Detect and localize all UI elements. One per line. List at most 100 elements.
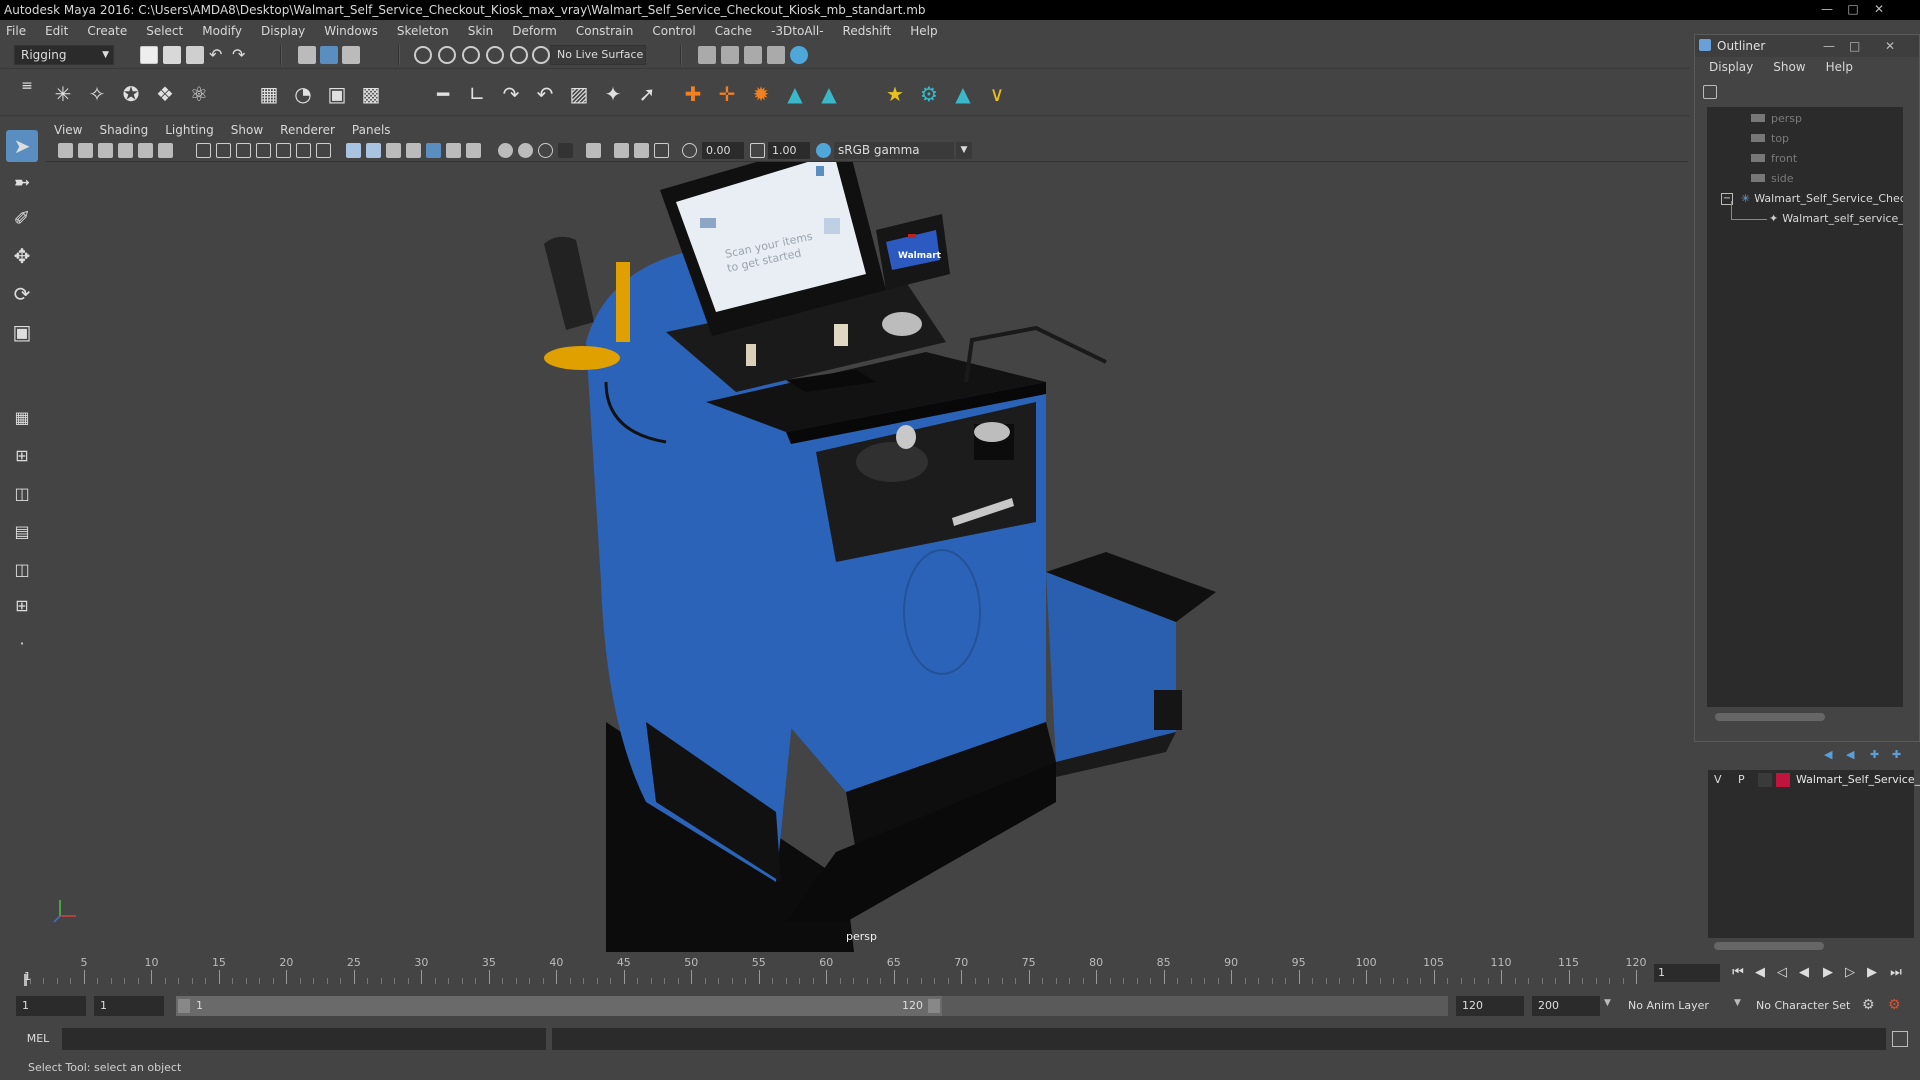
playback-start-field[interactable]: 1 <box>94 996 164 1016</box>
animation-preferences-icon[interactable]: ⚙ <box>1888 997 1906 1015</box>
layer-horizontal-scrollbar[interactable] <box>1708 940 1914 952</box>
layer-type-toggle[interactable] <box>1758 773 1772 787</box>
current-frame-field[interactable]: 1 <box>1654 964 1720 982</box>
menu-display[interactable]: Display <box>261 24 305 38</box>
close-icon[interactable]: ✕ <box>1885 35 1895 57</box>
new-scene-icon[interactable] <box>140 46 158 64</box>
cluster-icon[interactable]: ▩ <box>358 81 384 107</box>
select-by-hierarchy-icon[interactable] <box>298 46 316 64</box>
menu-set-selector[interactable]: Rigging ▼ <box>14 45 114 65</box>
panel-menu-lighting[interactable]: Lighting <box>165 123 214 137</box>
shadows-icon[interactable] <box>446 143 461 158</box>
animation-start-field[interactable]: 1 <box>16 996 86 1016</box>
range-slider-track[interactable]: 1 120 <box>176 996 1448 1016</box>
exposure-field[interactable]: 0.00 <box>702 142 744 159</box>
outliner-vertical-scrollbar[interactable] <box>1903 107 1915 707</box>
create-curve-icon[interactable]: ✹ <box>748 81 774 107</box>
render-view-icon[interactable] <box>698 46 716 64</box>
command-input[interactable] <box>62 1028 546 1050</box>
render-settings-icon[interactable] <box>767 46 785 64</box>
outliner-item-group[interactable]: − ✳ Walmart_Self_Service_Chec <box>1721 189 1903 209</box>
range-start-grip[interactable] <box>178 999 190 1013</box>
playback-end-field[interactable]: 120 <box>1456 996 1524 1016</box>
move-layer-up-icon[interactable]: ◀ <box>1824 748 1838 762</box>
scrollbar-thumb[interactable] <box>1714 942 1824 950</box>
go-to-end-icon[interactable]: ⏭ <box>1886 964 1906 982</box>
toolbox-more-icon[interactable]: · <box>6 628 38 660</box>
gamma-field[interactable]: 1.00 <box>768 142 810 159</box>
layer-name[interactable]: Walmart_Self_Service_ <box>1796 773 1920 786</box>
play-backward-icon[interactable]: ◀ <box>1794 964 1814 982</box>
color-space-dropdown[interactable]: sRGB gamma <box>834 142 954 159</box>
quick-rig-icon[interactable]: ★ <box>882 81 908 107</box>
frame-all-icon[interactable] <box>654 143 669 158</box>
snap-to-curve-icon[interactable] <box>438 46 456 64</box>
panel-menu-renderer[interactable]: Renderer <box>280 123 335 137</box>
menu-help[interactable]: Help <box>910 24 937 38</box>
move-tool-icon[interactable]: ✥ <box>6 240 38 272</box>
script-editor-icon[interactable] <box>1892 1031 1908 1047</box>
anti-aliasing-icon[interactable] <box>518 143 533 158</box>
undo-icon[interactable]: ↶ <box>209 46 227 64</box>
film-gate-icon[interactable] <box>216 143 231 158</box>
chevron-down-icon[interactable]: ▼ <box>1734 998 1741 1008</box>
isolate-select-icon[interactable] <box>586 143 601 158</box>
x-ray-icon[interactable] <box>558 143 573 158</box>
joint-tool-icon[interactable]: ✳ <box>50 81 76 107</box>
range-end-grip[interactable] <box>928 999 940 1013</box>
panel-menu-show[interactable]: Show <box>231 123 263 137</box>
outliner-horizontal-scrollbar[interactable] <box>1707 711 1903 723</box>
xray-joints-icon[interactable] <box>614 143 629 158</box>
step-back-key-icon[interactable]: ◀ <box>1750 964 1770 982</box>
safe-title-icon[interactable] <box>316 143 331 158</box>
menu-cache[interactable]: Cache <box>715 24 752 38</box>
snap-to-view-plane-icon[interactable] <box>486 46 504 64</box>
live-surface-field[interactable]: No Live Surface <box>550 45 646 65</box>
outliner-menu-display[interactable]: Display <box>1709 60 1753 74</box>
menu-redshift[interactable]: Redshift <box>843 24 892 38</box>
maximize-icon[interactable]: □ <box>1840 0 1866 18</box>
go-to-start-icon[interactable]: ⏮ <box>1728 964 1748 982</box>
close-icon[interactable]: ✕ <box>1866 0 1892 18</box>
maximize-icon[interactable]: □ <box>1849 35 1860 57</box>
insert-joint-icon[interactable]: ❖ <box>152 81 178 107</box>
scrollbar-thumb[interactable] <box>1715 713 1825 721</box>
chevron-down-icon[interactable]: ▼ <box>956 142 972 159</box>
layer-visibility-toggle[interactable]: V <box>1714 773 1722 786</box>
move-layer-down-icon[interactable]: ◀ <box>1846 748 1860 762</box>
grid-icon[interactable] <box>196 143 211 158</box>
new-layer-selected-icon[interactable]: ✚ <box>1892 748 1906 762</box>
hypershade-layout-icon[interactable]: ⊞ <box>6 590 38 622</box>
panel-menu-shading[interactable]: Shading <box>99 123 148 137</box>
snap-together-icon[interactable] <box>532 46 550 64</box>
safe-action-icon[interactable] <box>296 143 311 158</box>
gate-mask-icon[interactable] <box>256 143 271 158</box>
aim-constraint-icon[interactable]: ↷ <box>498 81 524 107</box>
side-by-side-layout-icon[interactable]: ◫ <box>6 478 38 510</box>
step-back-frame-icon[interactable]: ◁ <box>1772 964 1792 982</box>
chevron-down-icon[interactable]: ▼ <box>1604 998 1611 1008</box>
locator-icon[interactable]: ━ <box>430 81 456 107</box>
menu-deform[interactable]: Deform <box>512 24 557 38</box>
menu-control[interactable]: Control <box>652 24 695 38</box>
step-forward-key-icon[interactable]: ▶ <box>1862 964 1882 982</box>
menu-3dtoall[interactable]: -3DtoAll- <box>771 24 823 38</box>
mirror-joint-icon[interactable]: ⚛ <box>186 81 212 107</box>
step-forward-frame-icon[interactable]: ▷ <box>1840 964 1860 982</box>
redo-icon[interactable]: ↷ <box>232 46 250 64</box>
camera-attributes-icon[interactable] <box>78 143 93 158</box>
image-plane-icon[interactable] <box>118 143 133 158</box>
grease-pencil-icon[interactable] <box>158 143 173 158</box>
outliner-item-top[interactable]: top <box>1751 129 1789 149</box>
single-pane-layout-icon[interactable]: ▦ <box>6 402 38 434</box>
ik-spline-icon[interactable]: ✪ <box>118 81 144 107</box>
field-chart-icon[interactable] <box>276 143 291 158</box>
snap-to-point-icon[interactable] <box>462 46 480 64</box>
make-live-icon[interactable] <box>510 46 528 64</box>
character-set-dropdown[interactable]: No Character Set <box>1750 996 1868 1016</box>
minimize-icon[interactable]: — <box>1814 0 1840 18</box>
panel-menu-view[interactable]: View <box>54 123 82 137</box>
persp-outliner-layout-icon[interactable]: ◫ <box>6 554 38 586</box>
panel-menu-panels[interactable]: Panels <box>352 123 391 137</box>
persp-graph-layout-icon[interactable]: ▤ <box>6 516 38 548</box>
